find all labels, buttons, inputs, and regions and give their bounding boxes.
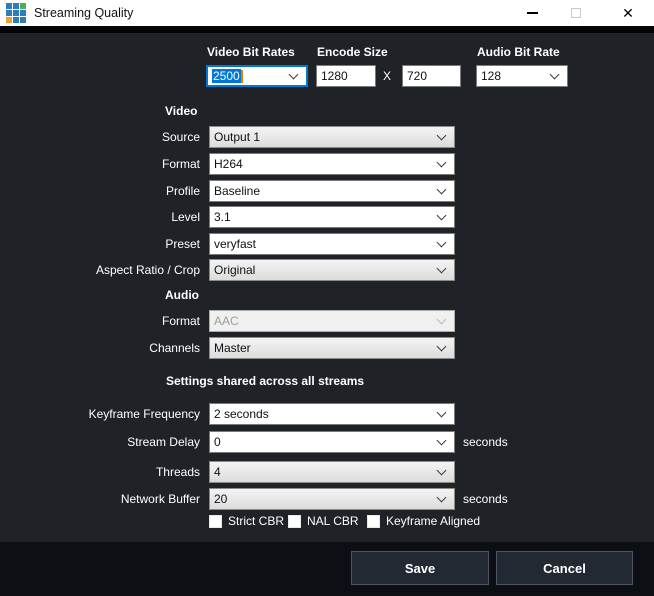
preset-label: Preset bbox=[0, 233, 200, 255]
chevron-down-icon bbox=[437, 130, 447, 140]
format-select[interactable]: H264 bbox=[209, 153, 455, 175]
chevron-down-icon bbox=[437, 184, 447, 194]
encode-width-input[interactable] bbox=[316, 65, 376, 87]
save-button[interactable]: Save bbox=[351, 551, 489, 585]
audio-bit-rate-select[interactable]: 128 bbox=[476, 65, 568, 87]
chevron-down-icon bbox=[437, 465, 447, 475]
network-buffer-select[interactable]: 20 bbox=[209, 488, 455, 510]
checkbox-icon bbox=[288, 515, 301, 528]
minimize-button[interactable] bbox=[510, 0, 554, 26]
maximize-icon bbox=[571, 8, 581, 18]
aspect-ratio-crop-select[interactable]: Original bbox=[209, 259, 455, 281]
shared-settings-header: Settings shared across all streams bbox=[166, 374, 364, 389]
audio-section-header: Audio bbox=[165, 288, 199, 303]
close-icon: ✕ bbox=[622, 6, 634, 20]
strict-cbr-checkbox[interactable]: Strict CBR bbox=[209, 514, 284, 528]
level-select[interactable]: 3.1 bbox=[209, 206, 455, 228]
keyframe-frequency-select[interactable]: 2 seconds bbox=[209, 403, 455, 425]
chevron-down-icon bbox=[437, 210, 447, 220]
chevron-down-icon bbox=[289, 69, 299, 79]
chevron-down-icon bbox=[437, 435, 447, 445]
audio-format-label: Format bbox=[0, 310, 200, 332]
preset-select[interactable]: veryfast bbox=[209, 233, 455, 255]
audio-channels-label: Channels bbox=[0, 337, 200, 359]
text-caret bbox=[241, 70, 243, 83]
chevron-down-icon bbox=[437, 314, 447, 324]
chevron-down-icon bbox=[437, 407, 447, 417]
encode-height-input[interactable] bbox=[402, 65, 461, 87]
app-grid-icon bbox=[6, 3, 26, 23]
aspect-ratio-crop-label: Aspect Ratio / Crop bbox=[0, 259, 200, 281]
source-select[interactable]: Output 1 bbox=[209, 126, 455, 148]
network-buffer-label: Network Buffer bbox=[0, 488, 200, 510]
cancel-button[interactable]: Cancel bbox=[496, 551, 633, 585]
checkbox-icon bbox=[367, 515, 380, 528]
stream-delay-label: Stream Delay bbox=[0, 431, 200, 453]
size-separator: X bbox=[383, 65, 391, 87]
footer-bar: Save Cancel bbox=[0, 542, 654, 596]
keyframe-frequency-label: Keyframe Frequency bbox=[0, 403, 200, 425]
threads-select[interactable]: 4 bbox=[209, 461, 455, 483]
level-label: Level bbox=[0, 206, 200, 228]
profile-label: Profile bbox=[0, 180, 200, 202]
video-bit-rate-select[interactable]: 2500 bbox=[206, 65, 308, 87]
stream-delay-select[interactable]: 0 bbox=[209, 431, 455, 453]
video-bit-rate-value: 2500 bbox=[208, 69, 290, 83]
keyframe-aligned-checkbox[interactable]: Keyframe Aligned bbox=[367, 514, 480, 528]
close-button[interactable]: ✕ bbox=[606, 0, 650, 26]
video-section-header: Video bbox=[165, 104, 197, 119]
stream-delay-suffix: seconds bbox=[463, 431, 508, 453]
chevron-down-icon bbox=[437, 157, 447, 167]
audio-bit-rate-label: Audio Bit Rate bbox=[477, 45, 560, 60]
threads-label: Threads bbox=[0, 461, 200, 483]
chevron-down-icon bbox=[437, 341, 447, 351]
video-bit-rates-label: Video Bit Rates bbox=[207, 45, 295, 60]
source-label: Source bbox=[0, 126, 200, 148]
chevron-down-icon bbox=[437, 237, 447, 247]
network-buffer-suffix: seconds bbox=[463, 488, 508, 510]
nal-cbr-checkbox[interactable]: NAL CBR bbox=[288, 514, 359, 528]
checkbox-icon bbox=[209, 515, 222, 528]
maximize-button bbox=[554, 0, 598, 26]
checkbox-row: Strict CBR NAL CBR Keyframe Aligned bbox=[0, 514, 654, 528]
format-label: Format bbox=[0, 153, 200, 175]
audio-channels-select[interactable]: Master bbox=[209, 337, 455, 359]
window-title: Streaming Quality bbox=[34, 6, 133, 20]
minimize-icon bbox=[527, 12, 538, 14]
audio-format-select: AAC bbox=[209, 310, 455, 332]
titlebar-divider bbox=[0, 26, 654, 33]
chevron-down-icon bbox=[437, 492, 447, 502]
chevron-down-icon bbox=[550, 69, 560, 79]
encode-size-label: Encode Size bbox=[317, 45, 388, 60]
chevron-down-icon bbox=[437, 263, 447, 273]
titlebar: Streaming Quality ✕ bbox=[0, 0, 654, 26]
profile-select[interactable]: Baseline bbox=[209, 180, 455, 202]
streaming-quality-dialog: Streaming Quality ✕ Video Bit Rates 2500… bbox=[0, 0, 654, 596]
